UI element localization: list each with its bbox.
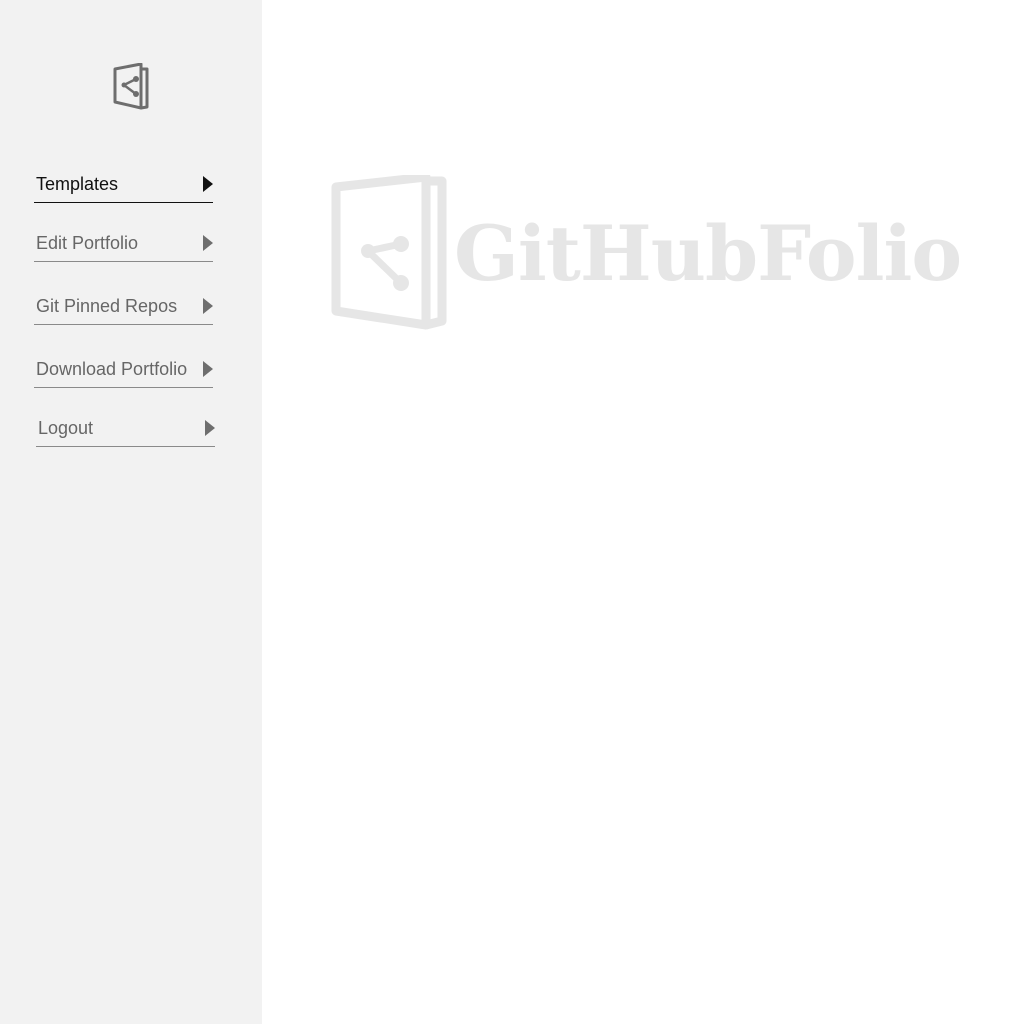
app-root: Templates Edit Portfolio Git Pinned Repo… [0, 0, 1024, 1024]
sidebar-item-templates[interactable]: Templates [34, 169, 213, 203]
triangle-right-icon [203, 176, 213, 192]
sidebar-item-logout[interactable]: Logout [36, 413, 215, 447]
hero-logo-text: GitHubFolio [454, 209, 962, 298]
sidebar-item-label: Git Pinned Repos [36, 296, 178, 316]
sidebar: Templates Edit Portfolio Git Pinned Repo… [0, 0, 262, 1024]
folio-door-icon[interactable] [112, 63, 150, 111]
triangle-right-icon [203, 361, 213, 377]
sidebar-item-download-portfolio[interactable]: Download Portfolio [34, 354, 213, 388]
sidebar-item-edit-portfolio[interactable]: Edit Portfolio [34, 228, 213, 262]
sidebar-item-git-pinned-repos[interactable]: Git Pinned Repos [34, 291, 213, 325]
sidebar-item-label: Logout [38, 418, 94, 438]
triangle-right-icon [203, 235, 213, 251]
triangle-right-icon [203, 298, 213, 314]
triangle-right-icon [205, 420, 215, 436]
sidebar-item-label: Download Portfolio [36, 359, 188, 379]
sidebar-item-label: Edit Portfolio [36, 233, 139, 253]
sidebar-item-label: Templates [36, 174, 119, 194]
